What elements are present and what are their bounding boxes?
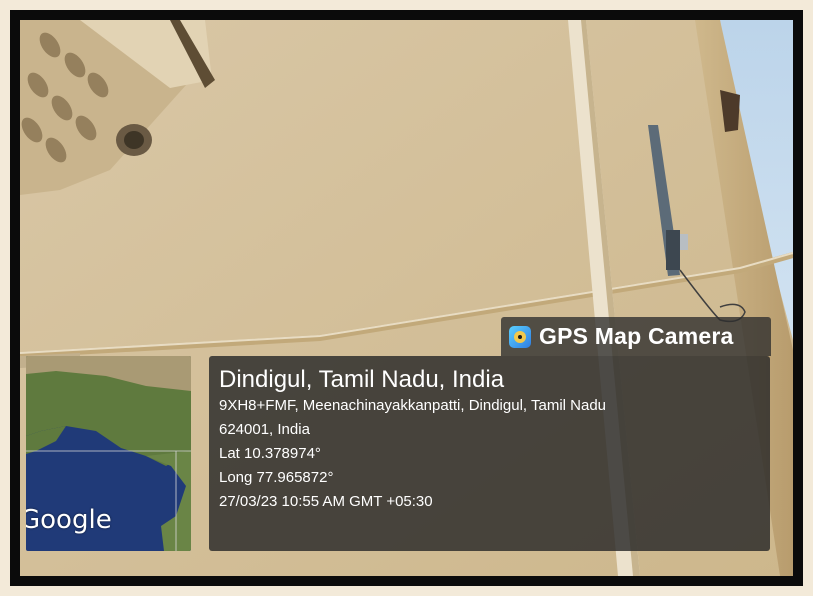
latitude: Lat 10.378974° — [219, 445, 321, 462]
location-info-panel: Dindigul, Tamil Nadu, India 9XH8+FMF, Me… — [209, 356, 770, 551]
address-line-1: 9XH8+FMF, Meenachinayakkanpatti, Dindigu… — [219, 397, 607, 414]
map-thumbnail: Google — [26, 356, 191, 551]
gps-camera-badge: GPS Map Camera — [501, 317, 771, 356]
location-title: Dindigul, Tamil Nadu, India — [219, 366, 505, 393]
google-watermark: Google — [26, 505, 112, 535]
badge-label: GPS Map Camera — [539, 323, 734, 349]
address-line-2: 624001, India — [219, 421, 310, 438]
longitude: Long 77.965872° — [219, 469, 334, 486]
timestamp: 27/03/23 10:55 AM GMT +05:30 — [219, 493, 433, 510]
camera-icon — [509, 325, 531, 348]
